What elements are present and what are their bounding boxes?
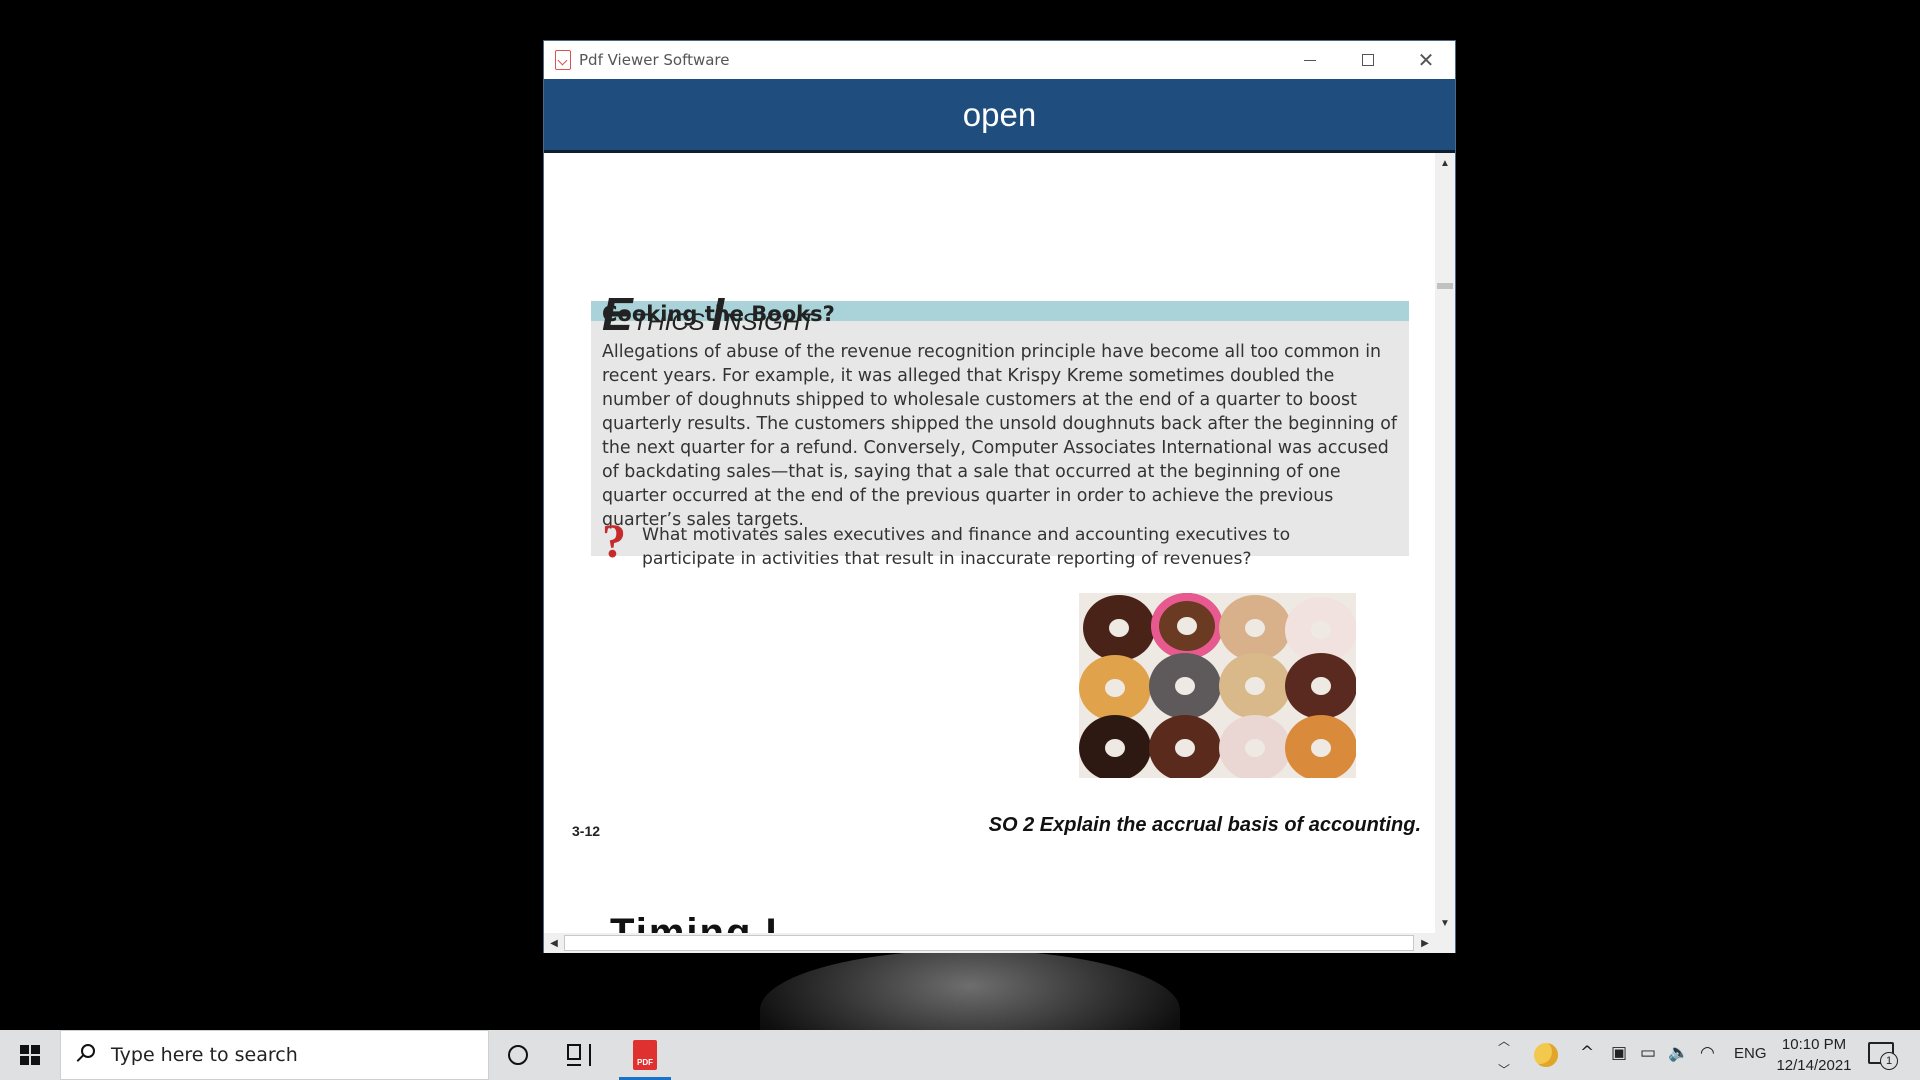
input-language[interactable]: ENG: [1734, 1045, 1767, 1062]
chevron-up-icon[interactable]: ︿: [1498, 1032, 1510, 1049]
vertical-scrollbar[interactable]: ▲ ▼: [1435, 153, 1455, 933]
donut-original-glazed: [1285, 715, 1356, 778]
donut-sugar: [1219, 715, 1291, 778]
page-number: 3-12: [572, 823, 601, 839]
moon-weather-icon[interactable]: [1534, 1043, 1558, 1067]
minimize-icon: [1304, 59, 1316, 61]
next-section-heading-partial: Timing I: [610, 911, 779, 933]
pdf-page-viewport[interactable]: ETHICS INSIGHT Cooking the Books? Allega…: [544, 153, 1435, 933]
title-bar[interactable]: Pdf Viewer Software ✕: [544, 41, 1455, 79]
donut-glazed-swirl: [1219, 595, 1291, 661]
donut-chocolate-ring: [1149, 715, 1221, 778]
close-button[interactable]: ✕: [1397, 41, 1455, 79]
meet-now-icon[interactable]: ▣: [1611, 1043, 1627, 1063]
section-heading: Cooking the Books?: [602, 302, 835, 326]
window-controls: ✕: [1281, 41, 1455, 79]
ethics-body-text: Allegations of abuse of the revenue reco…: [602, 342, 1397, 530]
show-hidden-icons-chevron-icon[interactable]: ^: [1580, 1043, 1594, 1063]
donut-chocolate-glazed: [1285, 653, 1356, 719]
cortana-circle-icon[interactable]: [508, 1045, 528, 1065]
volume-icon[interactable]: 🔈: [1668, 1043, 1689, 1063]
window-title: Pdf Viewer Software: [579, 51, 730, 69]
clock-date: 12/14/2021: [1776, 1057, 1852, 1074]
scroll-right-button[interactable]: ▶: [1415, 933, 1435, 953]
wifi-icon[interactable]: ◠: [1700, 1043, 1715, 1063]
pdf-viewer-window: Pdf Viewer Software ✕ open ETHICS INSIGH…: [543, 40, 1456, 953]
pdf-viewer-taskbar-button[interactable]: PDF: [619, 1030, 671, 1080]
scroll-left-button[interactable]: ◀: [544, 933, 564, 953]
clock-time: 10:10 PM: [1781, 1036, 1847, 1053]
doughnuts-photo: [1079, 593, 1356, 778]
search-placeholder: Type here to search: [111, 1044, 298, 1066]
taskbar: Type here to search PDF ︿ ﹀ ^ ▣ ▭ 🔈 ◠ EN…: [0, 1030, 1920, 1080]
scrollbar-corner: [1435, 933, 1455, 953]
donut-chocolate: [1083, 595, 1155, 661]
study-objective: SO 2 Explain the accrual basis of accoun…: [988, 814, 1421, 836]
horizontal-scrollbar[interactable]: ◀ ▶: [544, 933, 1435, 953]
scroll-up-button[interactable]: ▲: [1435, 153, 1455, 173]
desktop: Pdf Viewer Software ✕ open ETHICS INSIGH…: [0, 0, 1920, 1030]
windows-logo-icon: [20, 1045, 40, 1065]
battery-icon[interactable]: ▭: [1640, 1043, 1656, 1063]
wallpaper-image: [760, 950, 1180, 1030]
close-icon: ✕: [1417, 48, 1435, 72]
taskbar-search-box[interactable]: Type here to search: [60, 1030, 489, 1080]
notification-count-badge: 1: [1880, 1052, 1898, 1070]
chevron-down-icon[interactable]: ﹀: [1498, 1061, 1510, 1078]
scroll-down-button[interactable]: ▼: [1435, 913, 1455, 933]
question-mark-icon: ?: [602, 515, 626, 568]
search-icon: [75, 1044, 97, 1066]
maximize-icon: [1362, 54, 1374, 66]
horizontal-scroll-thumb[interactable]: [564, 935, 1414, 951]
maximize-button[interactable]: [1339, 41, 1397, 79]
donut-glazed-dark: [1149, 653, 1221, 719]
pdf-app-icon: PDF: [633, 1040, 657, 1070]
pdf-file-icon: [555, 50, 571, 70]
open-button[interactable]: open: [544, 79, 1455, 153]
task-view-icon[interactable]: [567, 1044, 591, 1066]
vertical-scroll-thumb[interactable]: [1437, 283, 1453, 289]
donut-coconut: [1219, 653, 1291, 719]
donut-cruller: [1079, 655, 1151, 721]
taskbar-tray-scroller[interactable]: ︿ ﹀: [1494, 1032, 1514, 1078]
open-button-label: open: [962, 95, 1037, 133]
donut-sprinkles: [1151, 593, 1223, 659]
clock[interactable]: 10:10 PM 12/14/2021: [1772, 1034, 1856, 1076]
minimize-button[interactable]: [1281, 41, 1339, 79]
start-button[interactable]: [0, 1030, 60, 1080]
question-text: What motivates sales executives and fina…: [642, 525, 1291, 569]
donut-dark-chocolate: [1079, 715, 1151, 778]
